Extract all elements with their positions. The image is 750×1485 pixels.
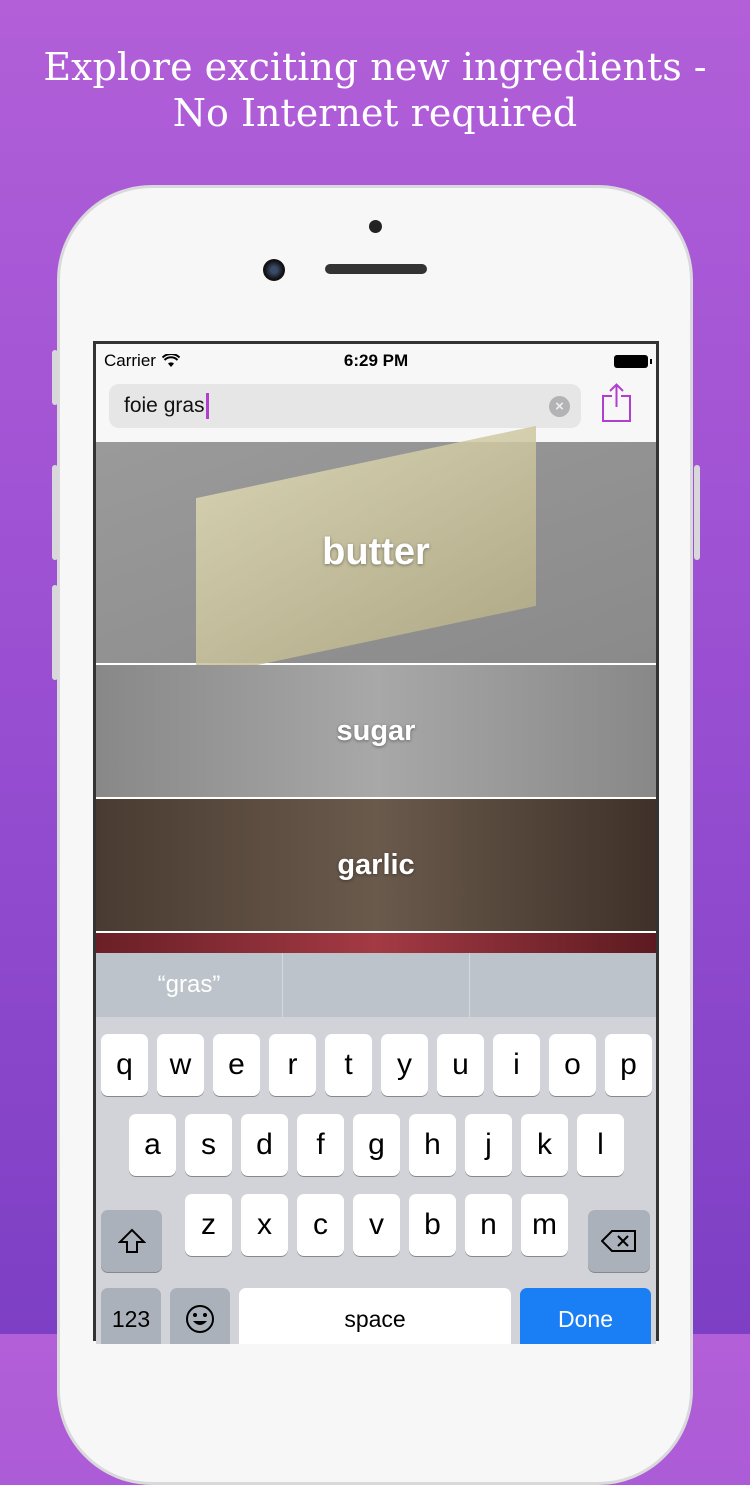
result-item-garlic[interactable]: garlic xyxy=(96,799,656,933)
key-a[interactable]: a xyxy=(129,1114,176,1176)
done-key[interactable]: Done xyxy=(520,1288,651,1344)
space-key[interactable]: space xyxy=(239,1288,511,1344)
key-x[interactable]: x xyxy=(241,1194,288,1256)
key-o[interactable]: o xyxy=(549,1034,596,1096)
key-u[interactable]: u xyxy=(437,1034,484,1096)
clear-search-icon[interactable]: × xyxy=(549,396,570,417)
key-h[interactable]: h xyxy=(409,1114,456,1176)
key-t[interactable]: t xyxy=(325,1034,372,1096)
key-p[interactable]: p xyxy=(605,1034,652,1096)
search-input-value: foie gras xyxy=(124,394,205,417)
key-f[interactable]: f xyxy=(297,1114,344,1176)
search-input[interactable]: foie gras × xyxy=(109,384,581,428)
battery-icon xyxy=(614,354,652,368)
headline-line-1: Explore exciting new ingredients - xyxy=(43,45,707,89)
key-j[interactable]: j xyxy=(465,1114,512,1176)
key-y[interactable]: y xyxy=(381,1034,428,1096)
key-s[interactable]: s xyxy=(185,1114,232,1176)
key-e[interactable]: e xyxy=(213,1034,260,1096)
search-bar: foie gras × xyxy=(96,378,656,442)
status-bar: Carrier 6:29 PM xyxy=(96,344,656,378)
result-item-butter[interactable]: butter xyxy=(96,425,656,679)
power-button xyxy=(694,465,700,560)
key-b[interactable]: b xyxy=(409,1194,456,1256)
key-d[interactable]: d xyxy=(241,1114,288,1176)
key-g[interactable]: g xyxy=(353,1114,400,1176)
result-label: sugar xyxy=(336,714,416,747)
share-icon[interactable] xyxy=(601,382,633,424)
phone-screen: Carrier 6:29 PM foie gras × butter sugar… xyxy=(93,341,659,1344)
key-v[interactable]: v xyxy=(353,1194,400,1256)
keyboard: 123 space Done qwertyuiop asdfghjkl zxcvbn… xyxy=(96,1017,656,1344)
volume-up-button xyxy=(52,465,58,560)
promo-headline: Explore exciting new ingredients - No In… xyxy=(0,44,750,136)
proximity-sensor xyxy=(369,220,382,233)
shift-icon xyxy=(117,1228,146,1253)
key-r[interactable]: r xyxy=(269,1034,316,1096)
text-cursor xyxy=(205,393,209,419)
delete-key[interactable] xyxy=(588,1210,650,1272)
emoji-icon xyxy=(186,1305,214,1333)
key-i[interactable]: i xyxy=(493,1034,540,1096)
clock: 6:29 PM xyxy=(343,351,409,370)
suggestion-2[interactable] xyxy=(283,953,470,1017)
suggestion-1[interactable]: “gras” xyxy=(96,953,283,1017)
key-w[interactable]: w xyxy=(157,1034,204,1096)
speaker-grille xyxy=(325,264,427,274)
camera-icon xyxy=(263,259,285,281)
result-label: butter xyxy=(322,531,430,573)
suggestion-3[interactable] xyxy=(470,953,656,1017)
numbers-key[interactable]: 123 xyxy=(101,1288,161,1344)
result-item-sugar[interactable]: sugar xyxy=(96,665,656,799)
key-c[interactable]: c xyxy=(297,1194,344,1256)
key-z[interactable]: z xyxy=(185,1194,232,1256)
key-n[interactable]: n xyxy=(465,1194,512,1256)
key-l[interactable]: l xyxy=(577,1114,624,1176)
key-k[interactable]: k xyxy=(521,1114,568,1176)
headline-line-2: No Internet required xyxy=(172,91,578,135)
mute-switch xyxy=(52,350,58,405)
emoji-key[interactable] xyxy=(170,1288,230,1344)
backspace-icon xyxy=(601,1230,636,1252)
predictive-bar: “gras” xyxy=(96,953,656,1017)
volume-down-button xyxy=(52,585,58,680)
shift-key[interactable] xyxy=(101,1210,162,1272)
key-q[interactable]: q xyxy=(101,1034,148,1096)
key-m[interactable]: m xyxy=(521,1194,568,1256)
result-label: garlic xyxy=(337,848,415,881)
result-item-partial[interactable] xyxy=(96,933,656,953)
